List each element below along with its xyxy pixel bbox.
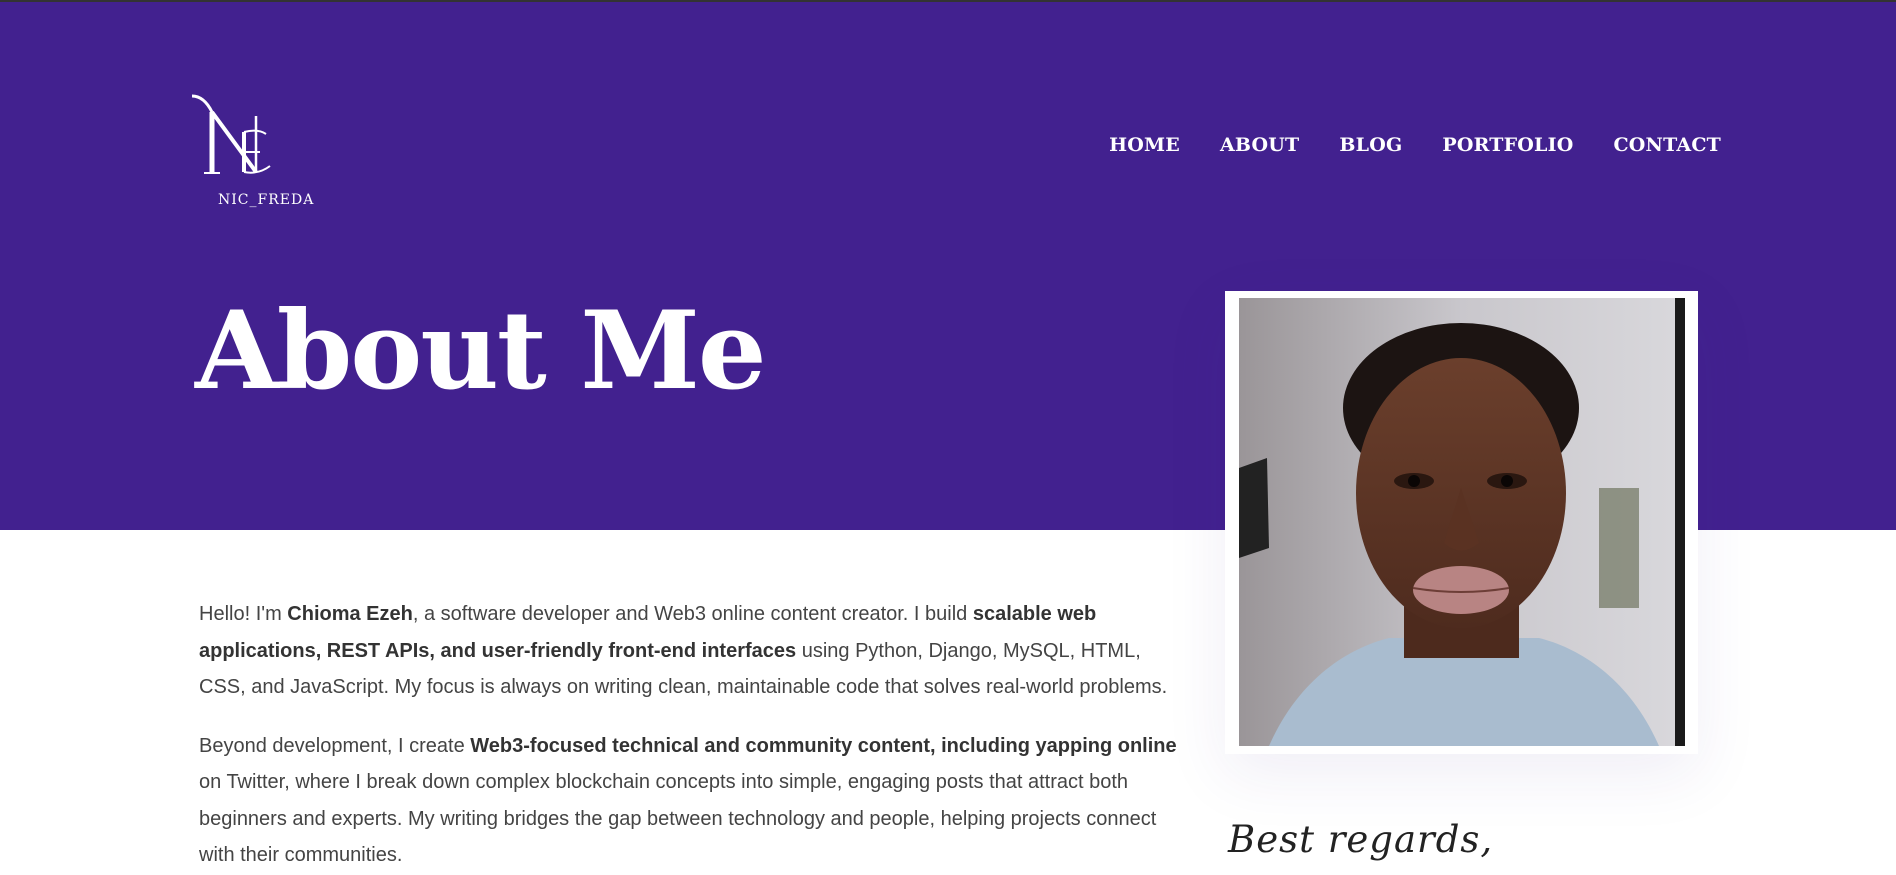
about-text: Hello! I'm <box>199 603 288 625</box>
site-logo[interactable]: NIC_FREDA <box>186 94 316 216</box>
main-nav: HOME ABOUT BLOG PORTFOLIO CONTACT <box>1109 134 1721 156</box>
about-text: on Twitter, where I break down complex b… <box>199 771 1157 866</box>
signature: Best regards, <box>1228 818 1494 861</box>
nav-contact[interactable]: CONTACT <box>1613 134 1721 156</box>
about-text: , a software developer and Web3 online c… <box>412 603 973 625</box>
profile-photo-frame <box>1225 291 1698 754</box>
profile-photo <box>1239 298 1685 746</box>
logo-monogram-icon <box>191 94 271 174</box>
about-text: Beyond development, I create <box>199 734 471 757</box>
nav-blog[interactable]: BLOG <box>1339 134 1402 156</box>
portrait-image <box>1239 298 1685 746</box>
nav-home[interactable]: HOME <box>1109 134 1180 156</box>
nav-portfolio[interactable]: PORTFOLIO <box>1442 134 1573 156</box>
about-paragraph-2: Beyond development, I create Web3-focuse… <box>199 728 1184 874</box>
author-name: Chioma Ezeh <box>287 603 413 625</box>
about-paragraph-1: Hello! I'm Chioma Ezeh, a software devel… <box>199 596 1184 706</box>
about-content: Hello! I'm Chioma Ezeh, a software devel… <box>199 596 1184 874</box>
page-title: About Me <box>195 288 767 414</box>
about-highlight: Web3-focused technical and community con… <box>470 734 1177 757</box>
logo-text: NIC_FREDA <box>218 192 315 208</box>
nav-about[interactable]: ABOUT <box>1220 134 1299 156</box>
